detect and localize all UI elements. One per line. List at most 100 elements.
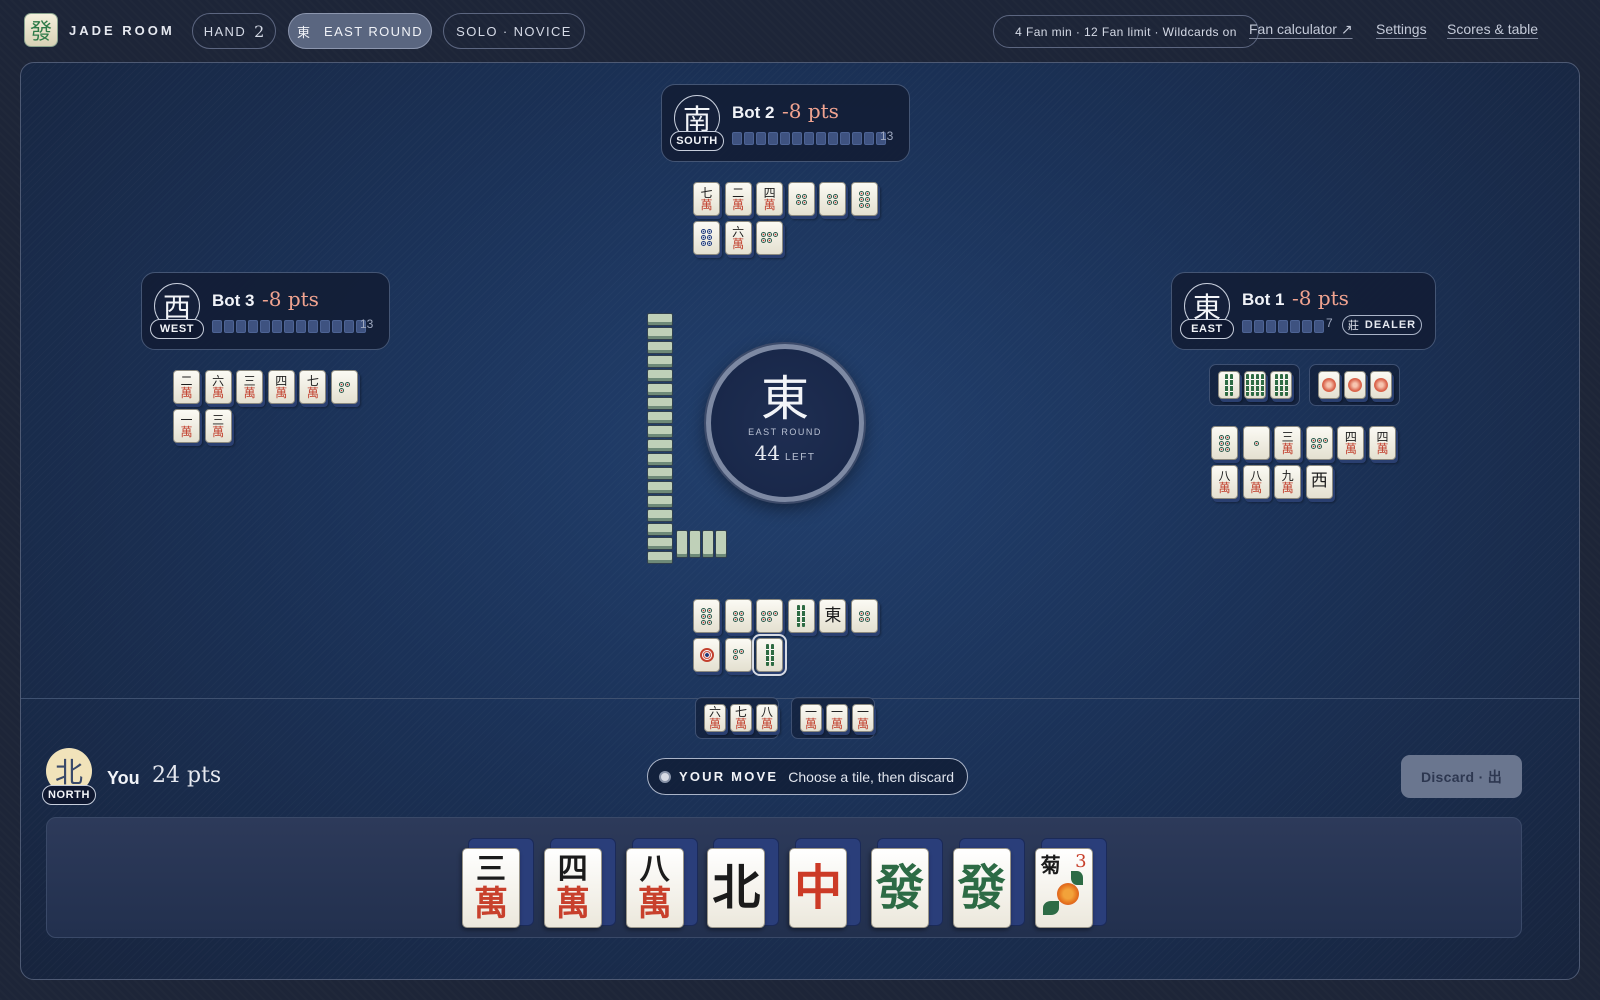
tile-suit: 萬: [708, 717, 721, 731]
leaf-icon: [1070, 871, 1083, 885]
character-tile: 四萬: [267, 370, 295, 404]
tile-suit: 萬: [763, 198, 776, 212]
tile-suit: 萬: [212, 424, 225, 439]
tile-suit: 萬: [1376, 442, 1389, 456]
wall-tile: [647, 537, 673, 550]
tile-suit: 萬: [732, 198, 745, 212]
mode-pill[interactable]: SOLO · NOVICE: [443, 13, 585, 49]
hand-count-east: 7: [1326, 316, 1333, 330]
tile-rank: 四: [557, 852, 588, 887]
hand-tile[interactable]: 發: [871, 838, 943, 929]
character-tile: 七萬: [730, 704, 752, 732]
wall-tile: [647, 495, 673, 508]
hand-tile[interactable]: 中: [789, 838, 862, 929]
tile-face: 中: [789, 848, 848, 928]
dots-icon: [859, 190, 870, 208]
tile-glyph: 東: [824, 605, 842, 626]
bamboo-tile: [1270, 371, 1292, 399]
dots-tile: [1242, 426, 1270, 460]
hand-size-pip: [320, 320, 330, 333]
hand-size-pip: [732, 132, 742, 145]
tile-suit: 萬: [732, 236, 745, 251]
tile-glyph: 北: [712, 860, 761, 916]
player-badge-west: 西 WEST Bot 3 -8 pts 13: [141, 272, 390, 350]
player-name-west: Bot 3: [212, 291, 255, 310]
tile-glyph: 發: [957, 860, 1006, 916]
dots-icon: [701, 229, 712, 246]
prevailing-wind-icon: 東: [760, 371, 809, 427]
tile-face: 八萬: [625, 848, 684, 928]
round-pill[interactable]: 東 EAST ROUND: [288, 13, 432, 49]
bamboo-icon: [1225, 374, 1233, 396]
character-tile: 二萬: [724, 182, 752, 216]
turn-label: YOUR MOVE: [679, 769, 779, 784]
character-tile: 七萬: [299, 370, 327, 404]
flower-icon: [1322, 378, 1336, 392]
tile-suit: 萬: [1344, 442, 1357, 456]
bamboo-tile: [1244, 371, 1266, 399]
flower-icon: [1348, 378, 1362, 392]
hand-size-bar-west: [212, 320, 366, 333]
fan-calculator-link[interactable]: Fan calculator ↗: [1249, 21, 1353, 38]
dots-icon: [795, 193, 807, 205]
dots-icon: [761, 232, 779, 243]
wall-tile: [647, 551, 673, 564]
tile-rank: 九: [1281, 468, 1294, 483]
hand-size-pip: [768, 132, 778, 145]
tile-suit: 萬: [243, 386, 256, 400]
hand-size-bar-south: [732, 132, 886, 145]
wind-tile: 東: [819, 599, 847, 633]
hand-tile[interactable]: 發: [952, 838, 1025, 929]
tile-face: 四萬: [543, 848, 602, 928]
player-points-you: 24 pts: [152, 763, 222, 788]
dealer-label: DEALER: [1364, 319, 1417, 331]
dots-tile: [724, 599, 752, 633]
player-points-west: -8 pts: [262, 287, 319, 311]
flower-tile: [1318, 371, 1340, 399]
hand-tile[interactable]: 菊3: [1034, 838, 1107, 929]
character-tile: 一萬: [800, 704, 822, 732]
hand-size-pip: [1266, 320, 1276, 333]
dots-icon: [699, 647, 714, 662]
character-tile: 六萬: [204, 370, 232, 404]
wall-tile: [676, 530, 688, 558]
wall-tile: [647, 313, 673, 326]
wall-tile: [647, 439, 673, 452]
hand-size-pip: [308, 320, 318, 333]
hand-size-pip: [840, 132, 850, 145]
tile-suit: 萬: [180, 424, 193, 439]
top-bar: 發 JADE ROOM HAND 2 東 EAST ROUND SOLO · N…: [0, 0, 1600, 62]
meld-east-1: [1209, 364, 1300, 406]
hand-count-south: 13: [880, 129, 894, 143]
hand-size-pip: [1254, 320, 1264, 333]
tile-rank: 八: [1218, 468, 1231, 483]
hand-tile[interactable]: 八萬: [625, 838, 698, 929]
hand-tile[interactable]: 北: [707, 838, 780, 929]
discard-button[interactable]: Discard · 出: [1401, 755, 1522, 798]
turn-dot-icon: [659, 770, 671, 783]
tile-rank: 三: [212, 412, 225, 427]
dots-icon: [732, 610, 744, 622]
wall-tile: [647, 327, 673, 340]
dots-icon: [1253, 440, 1259, 446]
hand-tile[interactable]: 三萬: [462, 838, 534, 929]
tile-suit: 萬: [1218, 480, 1231, 495]
bamboo-tile[interactable]: [752, 633, 788, 676]
hand-tile[interactable]: 四萬: [543, 838, 616, 929]
hand-pill[interactable]: HAND 2: [192, 13, 276, 49]
hand-size-pip: [248, 320, 258, 333]
hand-size-pip: [792, 132, 802, 145]
dots-icon: [859, 610, 870, 622]
flower-tile-art: 菊3: [1035, 849, 1093, 927]
wall-tile: [647, 383, 673, 396]
wall-tile: [647, 509, 673, 522]
hand-size-pip: [1242, 320, 1252, 333]
player-name-east: Bot 1: [1242, 290, 1285, 309]
player-name-south: Bot 2: [732, 103, 775, 122]
scores-table-link[interactable]: Scores & table: [1447, 21, 1538, 37]
wall-tile: [689, 530, 701, 558]
settings-link[interactable]: Settings: [1376, 21, 1427, 37]
character-tile: 四萬: [756, 182, 784, 216]
flower-tile: [1370, 371, 1392, 399]
hand-size-pip: [344, 320, 354, 333]
